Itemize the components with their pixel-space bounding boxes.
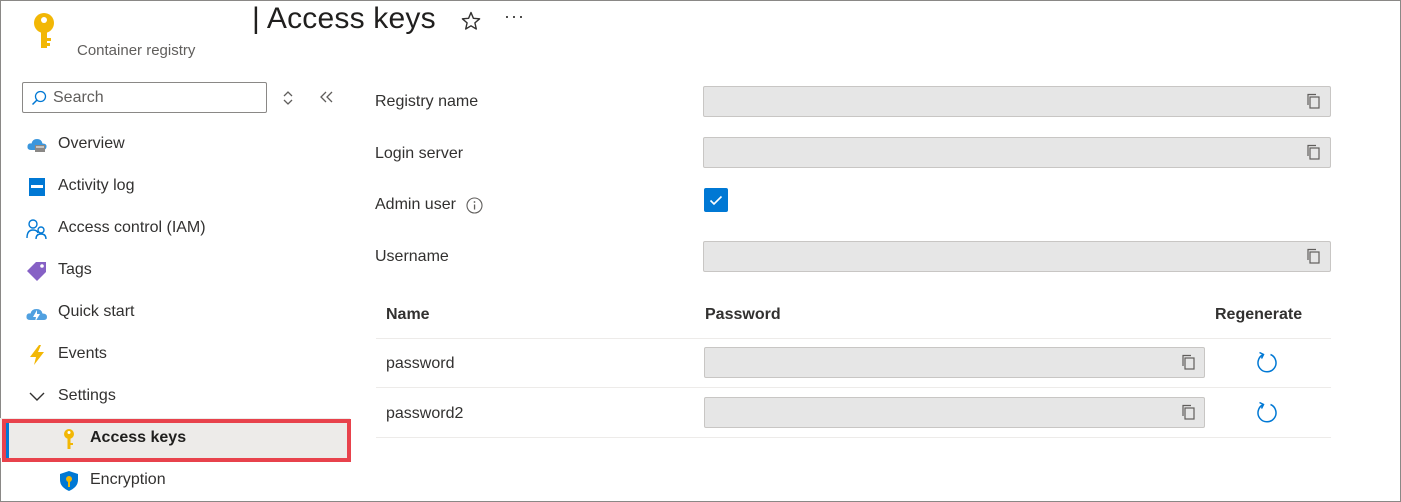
admin-user-row: Admin user	[375, 196, 483, 214]
search-icon	[31, 90, 47, 105]
password-row-name: password	[386, 355, 455, 372]
sidebar-item-label: Access control (IAM)	[58, 219, 206, 236]
column-header-name: Name	[386, 306, 430, 323]
username-field	[703, 241, 1331, 272]
sidebar-item-access-control[interactable]: Access control (IAM)	[0, 208, 350, 248]
chevron-down-icon	[29, 392, 45, 401]
sidebar-item-label: Access keys	[90, 429, 187, 446]
sidebar-item-events[interactable]: Events	[0, 334, 350, 374]
column-header-regenerate: Regenerate	[1215, 306, 1303, 323]
column-header-password: Password	[705, 306, 781, 323]
sidebar-item-label: Settings	[58, 387, 116, 404]
sidebar-item-label: Events	[58, 345, 107, 362]
sidebar-item-overview[interactable]: Overview	[0, 124, 350, 164]
login-server-field	[703, 137, 1331, 168]
activity-log-icon	[29, 178, 45, 196]
sidebar-item-encryption[interactable]: Encryption	[0, 460, 350, 500]
sidebar-group-settings[interactable]: Settings	[0, 376, 350, 416]
table-divider	[376, 387, 1331, 388]
copy-icon[interactable]	[1180, 354, 1196, 370]
password-row-name: password2	[386, 405, 464, 422]
regenerate-icon[interactable]	[1256, 350, 1278, 374]
key-icon	[64, 429, 74, 449]
username-label: Username	[375, 248, 449, 265]
sidebar-item-label: Tags	[58, 261, 92, 278]
table-divider	[376, 338, 1331, 339]
admin-user-checkbox[interactable]	[704, 188, 728, 212]
password-field	[704, 397, 1205, 428]
active-indicator	[6, 423, 9, 458]
copy-icon[interactable]	[1180, 404, 1196, 420]
registry-name-field	[703, 86, 1331, 117]
lightning-icon	[30, 345, 44, 365]
quick-start-icon	[26, 309, 47, 322]
info-icon[interactable]	[466, 196, 483, 214]
sidebar-item-tags[interactable]: Tags	[0, 250, 350, 290]
search-input[interactable]	[53, 88, 253, 107]
page-title: | Access keys	[252, 2, 436, 35]
copy-icon[interactable]	[1305, 144, 1321, 160]
key-icon	[34, 13, 54, 48]
sidebar-item-activity-log[interactable]: Activity log	[0, 166, 350, 206]
checkmark-icon	[709, 195, 723, 206]
copy-icon[interactable]	[1305, 93, 1321, 109]
login-server-label: Login server	[375, 145, 464, 162]
sidebar-item-quick-start[interactable]: Quick start	[0, 292, 350, 332]
more-options-button[interactable]: ···	[504, 6, 525, 27]
sidebar-item-label: Overview	[58, 135, 125, 152]
sidebar-item-label: Encryption	[90, 471, 166, 488]
sidebar-item-access-keys[interactable]: Access keys	[0, 418, 350, 458]
sidebar-item-label: Activity log	[58, 177, 135, 194]
sidebar-item-label: Quick start	[58, 303, 135, 320]
regenerate-icon[interactable]	[1256, 400, 1278, 424]
copy-icon[interactable]	[1305, 248, 1321, 264]
resource-type-subtitle: Container registry	[77, 42, 196, 59]
registry-name-label: Registry name	[375, 93, 479, 110]
people-icon	[26, 219, 47, 240]
expand-collapse-icon[interactable]	[280, 88, 296, 108]
cloud-icon	[27, 139, 47, 152]
star-icon[interactable]	[460, 10, 482, 32]
password-field	[704, 347, 1205, 378]
table-divider	[376, 437, 1331, 438]
sidebar-search[interactable]	[22, 82, 267, 113]
admin-user-label: Admin user	[375, 196, 456, 213]
collapse-sidebar-icon[interactable]	[318, 88, 336, 106]
tag-icon	[27, 262, 46, 281]
shield-icon	[60, 471, 78, 491]
